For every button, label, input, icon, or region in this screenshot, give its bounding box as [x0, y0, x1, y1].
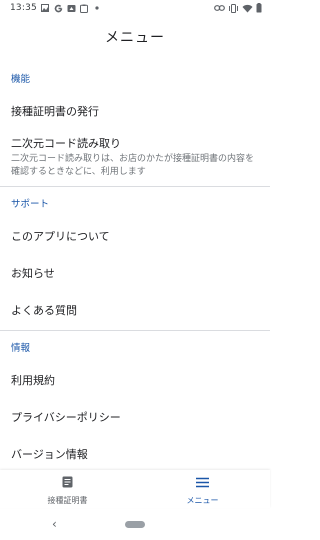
menu-item-description: 二次元コード読み取りは、お店のかたが接種証明書の内容を確認するときなどに、利用し…: [11, 153, 255, 177]
menu-list: 機能 接種証明書の発行 二次元コード読み取り 二次元コード読み取りは、お店のかた…: [0, 64, 270, 464]
menu-item-label: お知らせ: [11, 266, 55, 280]
menu-icon: [196, 473, 209, 492]
wifi-icon: [242, 4, 253, 13]
menu-item-faq[interactable]: よくある質問: [0, 291, 270, 328]
vibrate-icon: [228, 3, 239, 13]
menu-item-issue-certificate[interactable]: 接種証明書の発行: [0, 92, 270, 129]
status-right: [214, 3, 262, 13]
menu-item-label: このアプリについて: [11, 229, 110, 243]
image-icon: [41, 4, 50, 13]
section-header-support: サポート: [11, 199, 50, 210]
menu-item-label: 接種証明書の発行: [11, 104, 99, 118]
menu-item-terms[interactable]: 利用規約: [0, 361, 270, 398]
nav-tab-certificate[interactable]: 接種証明書: [0, 470, 135, 508]
menu-item-label: 利用規約: [11, 373, 55, 387]
document-icon: [62, 473, 73, 492]
menu-item-label: バージョン情報: [11, 447, 88, 461]
divider: [0, 330, 270, 331]
clipboard-icon: [80, 4, 89, 13]
menu-item-notices[interactable]: お知らせ: [0, 254, 270, 291]
google-g-icon: [54, 4, 63, 13]
menu-item-label: プライバシーポリシー: [11, 410, 121, 424]
section-header-info: 情報: [11, 343, 31, 354]
section-header-features: 機能: [11, 74, 31, 85]
menu-item-about-app[interactable]: このアプリについて: [0, 217, 270, 254]
menu-item-qr-reader[interactable]: 二次元コード読み取り 二次元コード読み取りは、お店のかたが接種証明書の内容を確認…: [0, 129, 270, 184]
system-navigation-bar: ‹: [0, 508, 270, 540]
divider: [0, 186, 270, 187]
status-bar: 13:35: [0, 0, 270, 16]
dot-icon: [93, 4, 102, 13]
menu-item-privacy-policy[interactable]: プライバシーポリシー: [0, 398, 270, 435]
back-button[interactable]: ‹: [52, 517, 57, 531]
nav-label: 接種証明書: [47, 495, 88, 505]
battery-icon: [256, 3, 262, 13]
status-left: 13:35: [10, 3, 102, 13]
menu-item-version-info[interactable]: バージョン情報: [0, 435, 270, 464]
menu-item-label: 二次元コード読み取り: [11, 136, 121, 150]
status-time: 13:35: [10, 3, 37, 13]
page-title: メニュー: [105, 30, 165, 46]
bottom-navigation: 接種証明書 メニュー: [0, 470, 270, 508]
menu-item-label: よくある質問: [11, 303, 77, 317]
home-pill[interactable]: [125, 520, 145, 528]
drive-icon: [67, 4, 76, 13]
nav-tab-menu[interactable]: メニュー: [135, 470, 270, 508]
link-icon: [214, 4, 225, 13]
app-bar: メニュー: [0, 16, 270, 58]
nav-label: メニュー: [186, 495, 219, 505]
